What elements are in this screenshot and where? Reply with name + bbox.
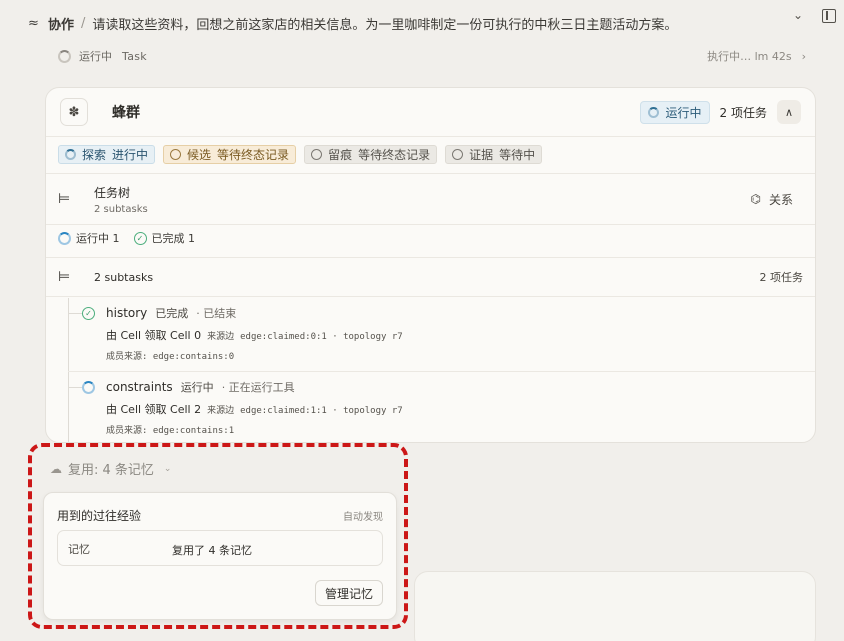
subtasks-label: 2 subtasks [94, 270, 154, 284]
subtask-member: 成员来源: edge:contains:0 [106, 352, 235, 362]
graph-icon: ⌬ [750, 192, 761, 206]
subtask-status: 已完成 [155, 307, 189, 320]
stat-done: ✓ 已完成 1 [133, 230, 196, 246]
divider [46, 136, 815, 137]
subtask-status: 运行中 [180, 381, 214, 394]
phase-explore[interactable]: 探索 进行中 [58, 145, 156, 164]
circle-icon [170, 149, 182, 160]
tree-branch [68, 387, 82, 388]
highlight-box [28, 443, 408, 629]
prompt-title: 请读取这些资料，回想之前这家店的相关信息。为一里咖啡制定一份可执行的中秋三日主题… [92, 17, 678, 33]
running-icon [647, 106, 659, 118]
running-icon [58, 231, 71, 245]
subtask-edge: edge:claimed:0:1 · topology r7 [240, 332, 403, 342]
swarm-title: 蜂群 [112, 105, 140, 121]
chevron-down-icon[interactable]: ⌄ [793, 8, 803, 22]
divider [46, 224, 815, 225]
task-label: Task [122, 49, 147, 63]
tree-icon: ⊨ [58, 269, 71, 285]
relation-button[interactable]: ⌬ 关系 [751, 191, 794, 208]
circle-icon [452, 149, 464, 160]
collab-label[interactable]: 协作 [48, 14, 74, 33]
phase-candidate[interactable]: 候选 等待终态记录 [163, 145, 297, 164]
swarm-task-count: 2 项任务 [719, 105, 767, 120]
tree-icon: ⊨ [58, 191, 71, 207]
swarm-status-text: 运行中 [665, 105, 702, 120]
stat-done-text: 已完成 1 [151, 232, 196, 245]
check-icon: ✓ [82, 307, 95, 320]
phase-name: 探索 [82, 148, 107, 162]
swarm-icon: ✽ [60, 98, 88, 126]
task-status-row[interactable]: 运行中 Task 执行中… lm 42s › [58, 46, 806, 66]
relation-label: 关系 [768, 192, 793, 207]
phase-state: 等待中 [499, 148, 536, 162]
phase-name: 证据 [469, 148, 494, 162]
chevron-right-icon[interactable]: › [802, 50, 806, 63]
subtasks-count: 2 项任务 [759, 271, 804, 284]
swarm-header: ✽ 蜂群 运行中 2 项任务 ∧ [46, 88, 815, 136]
check-icon: ✓ [133, 231, 147, 245]
task-tree-title: 任务树 [94, 185, 131, 200]
subtask-item[interactable]: ✓ history 已完成 · 已结束 由 Cell 领取 Cell 0 来源边… [68, 298, 808, 370]
source-label: 来源边 [207, 332, 235, 342]
subtasks-header[interactable]: ⊨ 2 subtasks 2 项任务 [46, 258, 815, 296]
subtask-edge: edge:claimed:1:1 · topology r7 [240, 406, 403, 416]
task-status: 运行中 [79, 50, 112, 63]
tree-branch [68, 313, 82, 314]
phase-state: 进行中 [112, 148, 149, 162]
task-stats: 运行中 1 ✓ 已完成 1 [58, 230, 195, 246]
phase-name: 候选 [187, 148, 212, 162]
stat-running-text: 运行中 1 [76, 232, 120, 245]
breadcrumb: ≈ 协作 / 请读取这些资料，回想之前这家店的相关信息。为一里咖啡制定一份可执行… [28, 10, 788, 36]
phase-list: 探索 进行中 候选 等待终态记录 留痕 等待终态记录 证据 等待中 [58, 145, 543, 164]
source-label: 来源边 [207, 406, 235, 416]
divider [46, 296, 815, 297]
subtask-cell: 由 Cell 领取 Cell 2 [106, 403, 202, 416]
phase-state: 等待终态记录 [358, 148, 431, 162]
subtask-member: 成员来源: edge:contains:1 [106, 426, 235, 436]
task-tree-subtitle: 2 subtasks [94, 203, 148, 215]
phase-name: 留痕 [328, 148, 353, 162]
breadcrumb-separator: / [81, 15, 86, 31]
next-card [414, 571, 816, 641]
running-icon [82, 381, 95, 394]
stat-running: 运行中 1 [58, 230, 120, 246]
circle-icon [311, 149, 323, 160]
running-icon [65, 149, 76, 160]
swarm-status-badge: 运行中 [639, 100, 710, 124]
subtask-extra: · 已结束 [196, 307, 237, 320]
loading-icon [58, 49, 71, 63]
swarm-card: ✽ 蜂群 运行中 2 项任务 ∧ 探索 进行中 候选 等待终态记录 留痕 等待终… [45, 87, 816, 443]
task-tree-header: ⊨ 任务树 2 subtasks ⌬ 关系 [46, 174, 815, 224]
collaboration-icon: ≈ [28, 15, 39, 31]
subtask-name: history [106, 306, 148, 320]
phase-state: 等待终态记录 [217, 148, 290, 162]
subtask-cell: 由 Cell 领取 Cell 0 [106, 329, 202, 342]
subtask-item[interactable]: constraints 运行中 · 正在运行工具 由 Cell 领取 Cell … [68, 372, 808, 442]
subtask-name: constraints [106, 380, 173, 394]
task-progress: 执行中… lm 42s [707, 50, 792, 63]
phase-evidence[interactable]: 证据 等待中 [445, 145, 543, 164]
phase-trace[interactable]: 留痕 等待终态记录 [304, 145, 438, 164]
collapse-button[interactable]: ∧ [777, 100, 801, 124]
sidebar-toggle-icon[interactable] [822, 9, 836, 23]
subtask-extra: · 正在运行工具 [221, 381, 295, 394]
